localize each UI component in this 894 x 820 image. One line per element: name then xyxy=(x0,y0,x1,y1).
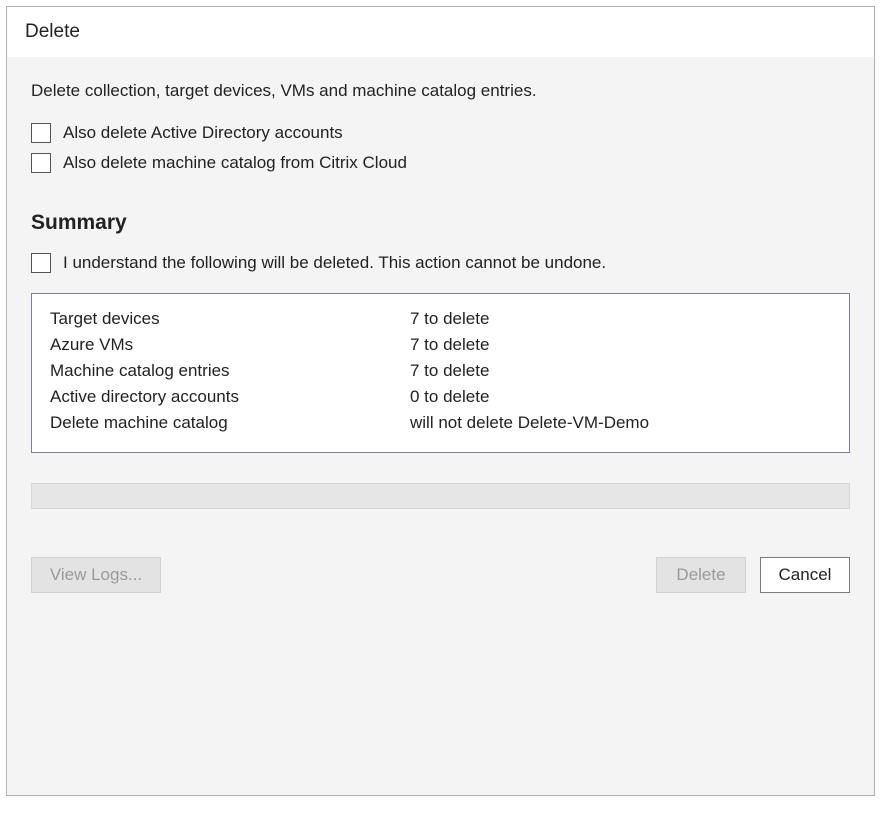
summary-row: Target devices 7 to delete xyxy=(50,306,831,332)
spacer xyxy=(175,557,642,593)
summary-value: will not delete Delete-VM-Demo xyxy=(410,413,831,433)
dialog-button-row: View Logs... Delete Cancel xyxy=(31,557,850,593)
progress-bar xyxy=(31,483,850,509)
dialog-content: Delete collection, target devices, VMs a… xyxy=(7,57,874,795)
checkbox-label: I understand the following will be delet… xyxy=(63,253,606,273)
cancel-button[interactable]: Cancel xyxy=(760,557,850,593)
summary-row: Machine catalog entries 7 to delete xyxy=(50,358,831,384)
checkbox-icon xyxy=(31,153,51,173)
summary-value: 0 to delete xyxy=(410,387,831,407)
checkbox-delete-ad-accounts[interactable]: Also delete Active Directory accounts xyxy=(31,123,850,143)
summary-heading: Summary xyxy=(31,211,850,235)
summary-row: Azure VMs 7 to delete xyxy=(50,332,831,358)
delete-dialog: Delete Delete collection, target devices… xyxy=(6,6,875,796)
summary-row: Delete machine catalog will not delete D… xyxy=(50,410,831,436)
view-logs-button[interactable]: View Logs... xyxy=(31,557,161,593)
summary-label: Delete machine catalog xyxy=(50,413,410,433)
checkbox-label: Also delete Active Directory accounts xyxy=(63,123,343,143)
summary-label: Machine catalog entries xyxy=(50,361,410,381)
summary-value: 7 to delete xyxy=(410,361,831,381)
summary-row: Active directory accounts 0 to delete xyxy=(50,384,831,410)
checkbox-confirm-understand[interactable]: I understand the following will be delet… xyxy=(31,253,850,273)
summary-label: Azure VMs xyxy=(50,335,410,355)
summary-table: Target devices 7 to delete Azure VMs 7 t… xyxy=(31,293,850,453)
summary-value: 7 to delete xyxy=(410,335,831,355)
summary-label: Target devices xyxy=(50,309,410,329)
delete-button[interactable]: Delete xyxy=(656,557,746,593)
summary-label: Active directory accounts xyxy=(50,387,410,407)
checkbox-icon xyxy=(31,253,51,273)
checkbox-icon xyxy=(31,123,51,143)
checkbox-label: Also delete machine catalog from Citrix … xyxy=(63,153,407,173)
dialog-description: Delete collection, target devices, VMs a… xyxy=(31,81,850,101)
summary-value: 7 to delete xyxy=(410,309,831,329)
checkbox-delete-machine-catalog[interactable]: Also delete machine catalog from Citrix … xyxy=(31,153,850,173)
dialog-title: Delete xyxy=(7,7,874,57)
